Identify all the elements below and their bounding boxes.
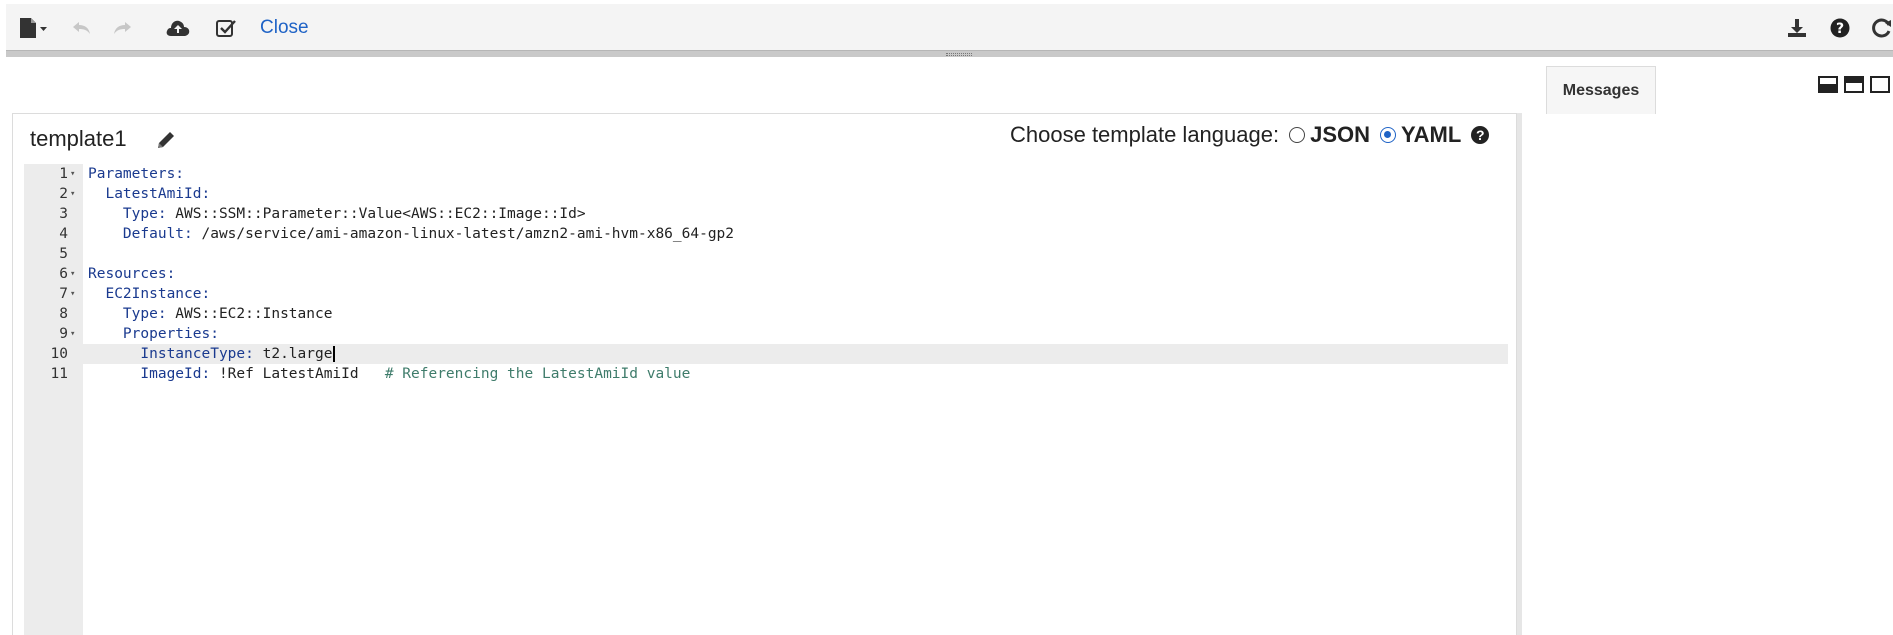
cloud-upload-icon bbox=[166, 20, 190, 36]
yaml-key: ImageId: bbox=[88, 366, 211, 382]
line-number: 9 bbox=[59, 326, 68, 342]
layout-toggle-group bbox=[1818, 76, 1890, 93]
layout-full-icon[interactable] bbox=[1870, 76, 1890, 93]
undo-icon bbox=[73, 21, 90, 34]
code-line[interactable]: 10 InstanceType: t2.large bbox=[24, 344, 1508, 364]
yaml-comment: # Referencing the LatestAmiId value bbox=[384, 366, 691, 382]
line-number: 7 bbox=[59, 286, 68, 302]
question-circle-icon: ? bbox=[1830, 18, 1850, 37]
check-square-icon bbox=[216, 19, 236, 37]
code-line[interactable]: 11 ImageId: !Ref LatestAmiId # Referenci… bbox=[24, 364, 1508, 384]
layout-top-icon[interactable] bbox=[1844, 76, 1864, 93]
fold-toggle-icon[interactable]: ▾ bbox=[70, 324, 80, 344]
redo-icon bbox=[114, 21, 131, 34]
download-icon bbox=[1788, 18, 1806, 37]
rename-button[interactable] bbox=[155, 129, 177, 156]
line-number: 6 bbox=[59, 266, 68, 282]
code-text: Default: /aws/service/ami-amazon-linux-l… bbox=[88, 224, 734, 244]
json-option-label[interactable]: JSON bbox=[1310, 122, 1370, 148]
line-number: 2 bbox=[59, 186, 68, 202]
yaml-key: Default: bbox=[88, 226, 193, 242]
yaml-key: Resources: bbox=[88, 266, 176, 282]
yaml-value: !Ref LatestAmiId bbox=[210, 366, 385, 382]
line-number: 5 bbox=[59, 246, 68, 262]
toolbar: Close ? bbox=[6, 4, 1893, 51]
yaml-value: t2.large bbox=[253, 346, 333, 362]
code-line[interactable]: 5 bbox=[24, 244, 1508, 264]
pane-splitter[interactable] bbox=[6, 50, 1893, 57]
line-number: 8 bbox=[59, 306, 68, 322]
yaml-value: /aws/service/ami-amazon-linux-latest/amz… bbox=[192, 226, 735, 242]
line-number: 3 bbox=[59, 206, 68, 222]
code-text: ImageId: !Ref LatestAmiId # Referencing … bbox=[88, 364, 690, 384]
yaml-key: Type: bbox=[88, 306, 167, 322]
refresh-icon bbox=[1872, 18, 1891, 37]
yaml-key: Properties: bbox=[88, 326, 219, 342]
code-line[interactable]: 9 ▾ Properties: bbox=[24, 324, 1508, 344]
tab-messages[interactable]: Messages bbox=[1546, 66, 1656, 114]
splitter-grip[interactable] bbox=[946, 53, 972, 56]
pencil-icon bbox=[158, 132, 174, 148]
code-line[interactable]: 8 Type: AWS::EC2::Instance bbox=[24, 304, 1508, 324]
help-button[interactable]: ? bbox=[1826, 4, 1854, 51]
code-text: Properties: bbox=[88, 324, 219, 344]
template-title: template1 bbox=[30, 126, 127, 151]
text-cursor bbox=[333, 346, 336, 362]
validate-button[interactable] bbox=[211, 4, 241, 51]
code-text: InstanceType: t2.large bbox=[88, 344, 336, 364]
yaml-key: Type: bbox=[88, 206, 167, 222]
yaml-option-label[interactable]: YAML bbox=[1401, 122, 1461, 148]
language-label: Choose template language: bbox=[1010, 122, 1280, 147]
fold-toggle-icon[interactable]: ▾ bbox=[70, 264, 80, 284]
code-line[interactable]: 6 ▾ Resources: bbox=[24, 264, 1508, 284]
new-template-button[interactable] bbox=[14, 4, 52, 51]
download-button[interactable] bbox=[1782, 4, 1812, 51]
code-editor[interactable]: 1 ▾ Parameters: 2 ▾ LatestAmiId: 3 Type: AWS:… bbox=[24, 164, 1508, 384]
undo-button[interactable] bbox=[68, 4, 96, 51]
code-line[interactable]: 2 ▾ LatestAmiId: bbox=[24, 184, 1508, 204]
fold-toggle-icon[interactable]: ▾ bbox=[70, 284, 80, 304]
line-number: 4 bbox=[59, 226, 68, 242]
line-number: 10 bbox=[50, 346, 68, 362]
yaml-value: AWS::EC2::Instance bbox=[166, 306, 333, 322]
yaml-key: EC2Instance: bbox=[88, 286, 211, 302]
redo-button[interactable] bbox=[108, 4, 136, 51]
code-line[interactable]: 4 Default: /aws/service/ami-amazon-linux… bbox=[24, 224, 1508, 244]
close-button[interactable]: Close bbox=[260, 4, 309, 51]
fold-toggle-icon[interactable]: ▾ bbox=[70, 184, 80, 204]
code-text: Type: AWS::SSM::Parameter::Value<AWS::EC… bbox=[88, 204, 586, 224]
code-text: Type: AWS::EC2::Instance bbox=[88, 304, 333, 324]
layout-bottom-icon[interactable] bbox=[1818, 76, 1838, 93]
code-text: Parameters: bbox=[88, 164, 184, 184]
svg-text:?: ? bbox=[1836, 21, 1844, 37]
yaml-key: LatestAmiId: bbox=[88, 186, 211, 202]
refresh-button[interactable] bbox=[1870, 4, 1893, 51]
json-radio[interactable] bbox=[1289, 127, 1306, 143]
yaml-radio[interactable] bbox=[1380, 127, 1397, 143]
code-text: LatestAmiId: bbox=[88, 184, 210, 204]
line-number: 11 bbox=[50, 366, 68, 382]
yaml-value: AWS::SSM::Parameter::Value<AWS::EC2::Ima… bbox=[166, 206, 586, 222]
code-text: Resources: bbox=[88, 264, 175, 284]
code-line[interactable]: 1 ▾ Parameters: bbox=[24, 164, 1508, 184]
language-help-icon[interactable]: ? bbox=[1471, 126, 1490, 144]
code-line[interactable]: 7 ▾ EC2Instance: bbox=[24, 284, 1508, 304]
fold-toggle-icon[interactable]: ▾ bbox=[70, 164, 80, 184]
yaml-key: Parameters: bbox=[88, 166, 185, 182]
code-text: EC2Instance: bbox=[88, 284, 210, 304]
file-icon bbox=[20, 17, 47, 38]
upload-button[interactable] bbox=[163, 4, 193, 51]
panel-divider[interactable] bbox=[1517, 113, 1522, 635]
yaml-key: InstanceType: bbox=[88, 346, 254, 362]
line-number: 1 bbox=[59, 166, 68, 182]
template-language-selector: Choose template language: JSON YAML ? bbox=[1010, 122, 1490, 148]
code-line[interactable]: 3 Type: AWS::SSM::Parameter::Value<AWS::… bbox=[24, 204, 1508, 224]
